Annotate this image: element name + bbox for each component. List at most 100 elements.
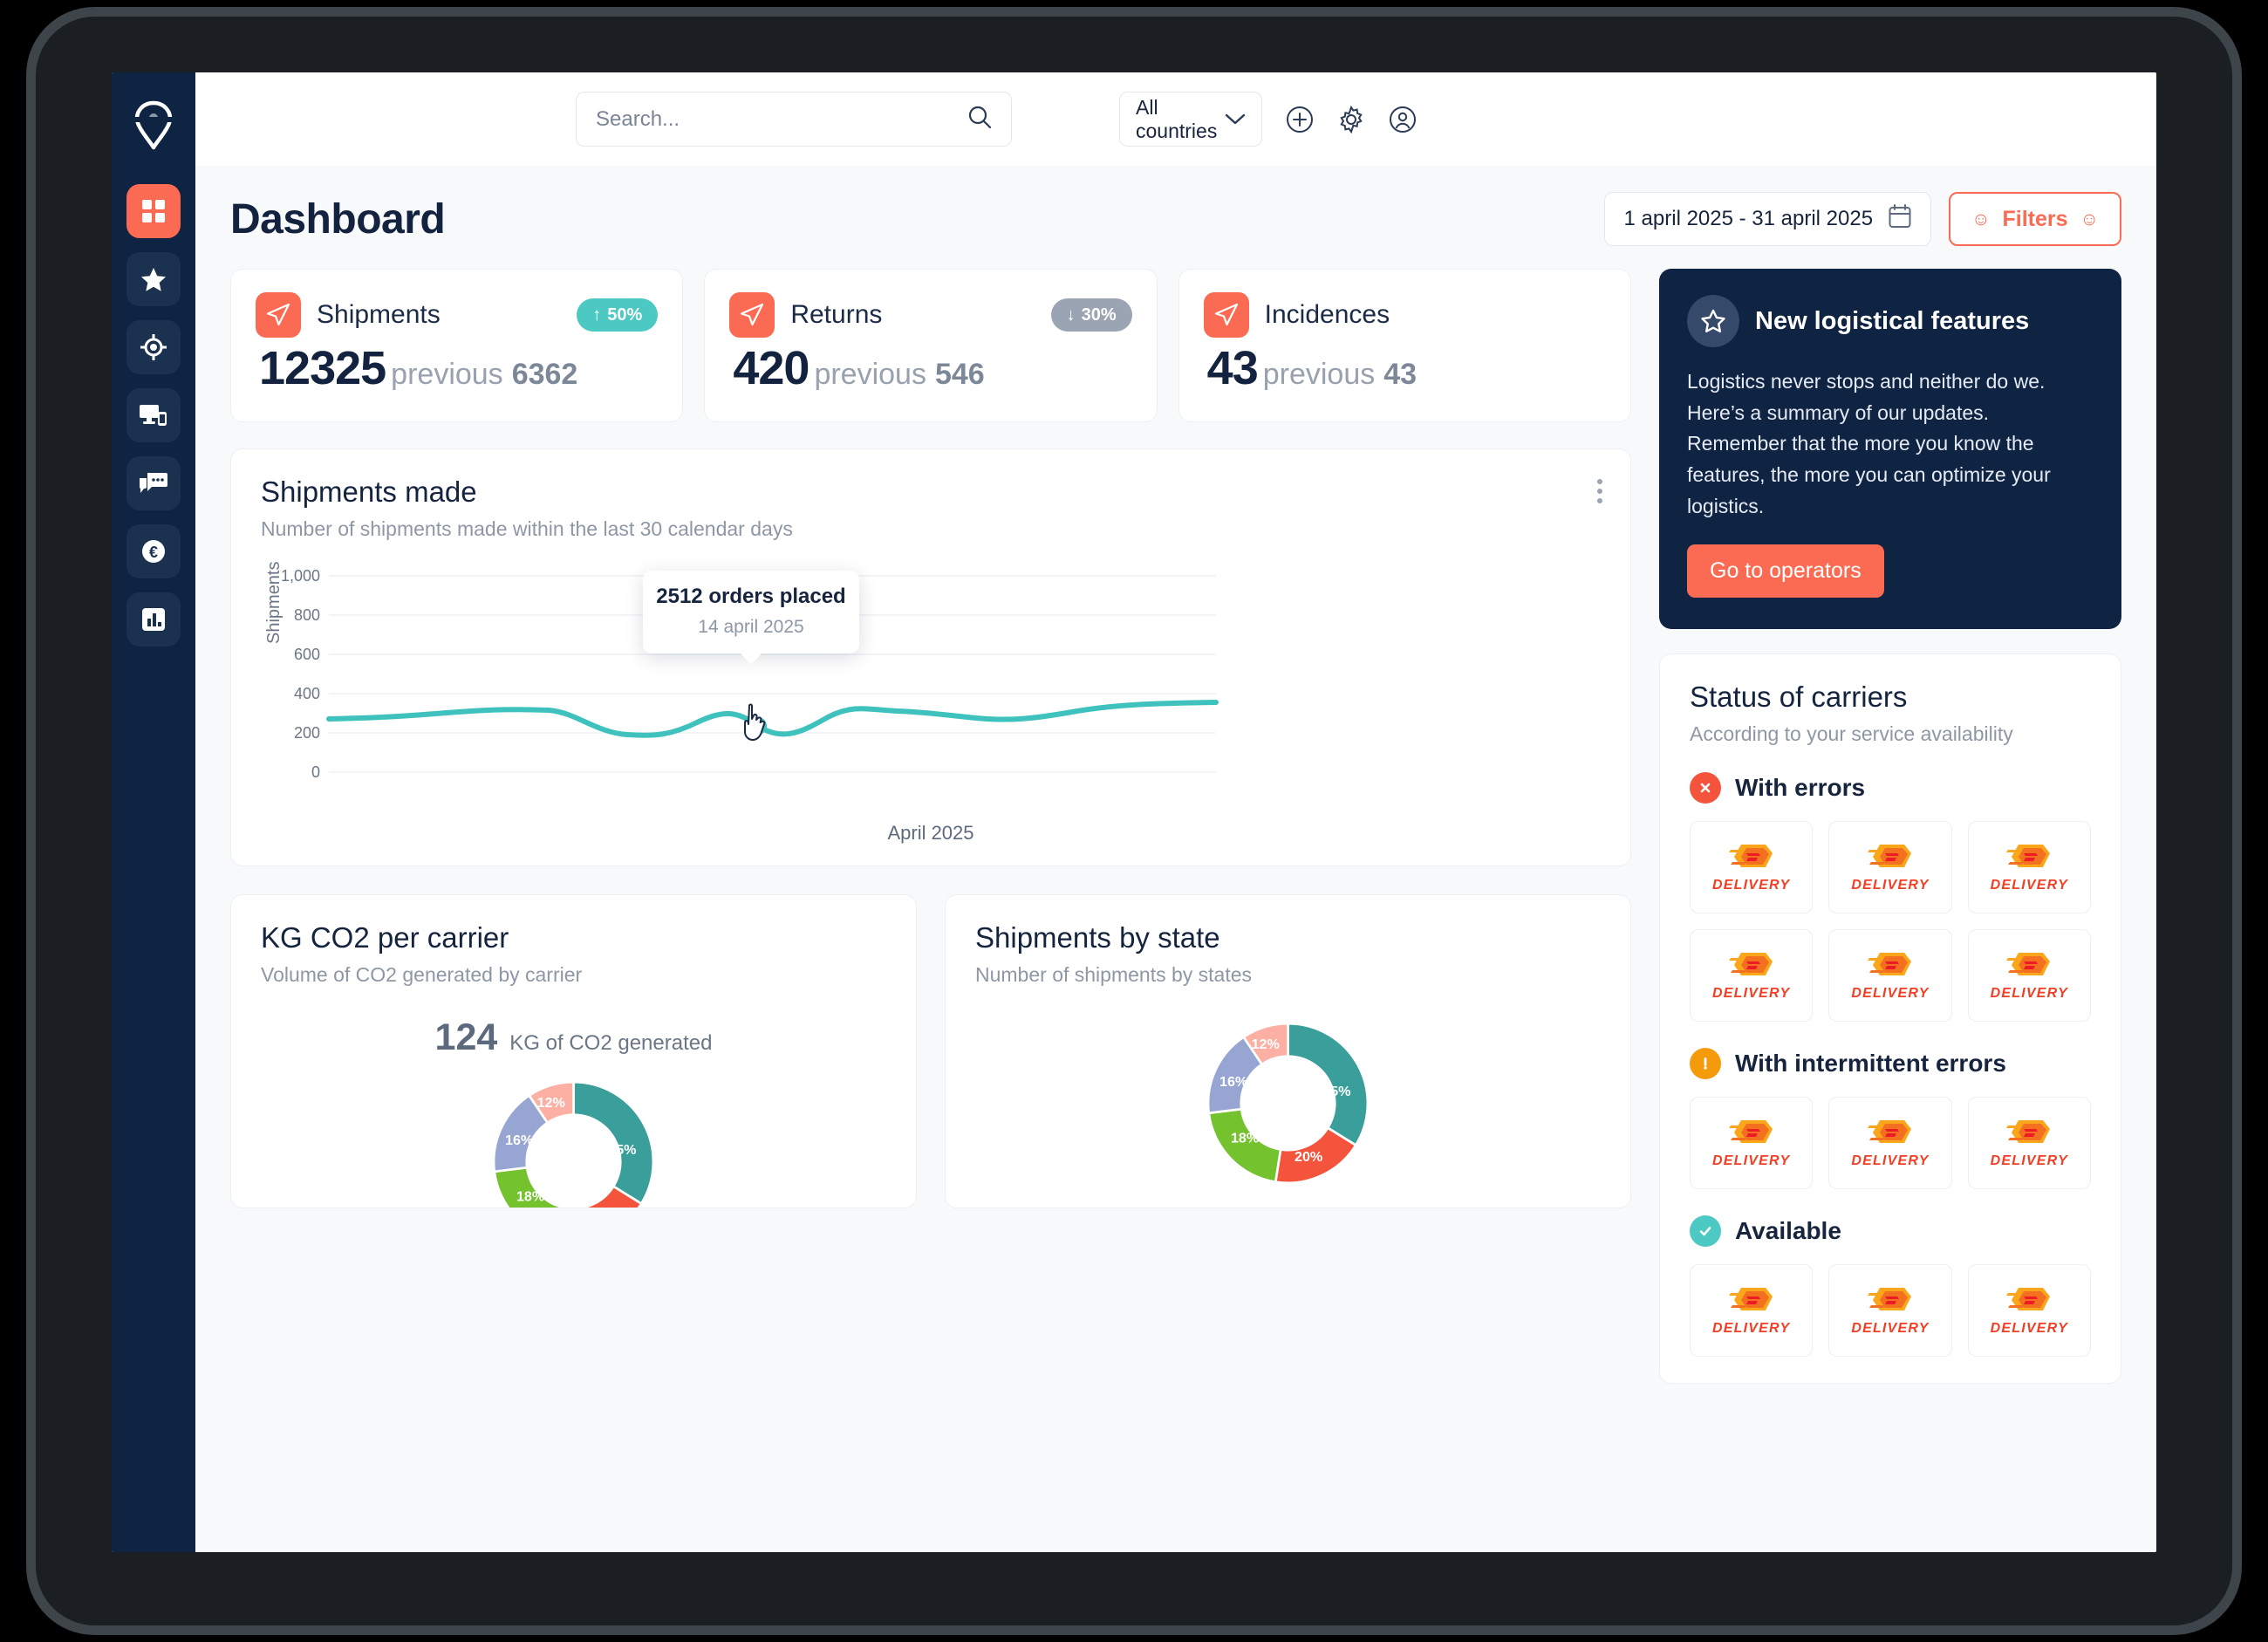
- promo-header: New logistical features: [1687, 295, 2094, 347]
- svg-text:800: 800: [294, 606, 320, 624]
- state-legend: Picked Up In transit Delivered: [975, 1206, 1601, 1208]
- kpi-delta-value: 30%: [1081, 304, 1117, 325]
- carrier-delivery-logo-icon: DELIVERY: [1712, 1284, 1790, 1337]
- paper-plane-icon: [256, 292, 301, 338]
- header-actions: 1 april 2025 - 31 april 2025 ☺ Filters ☺: [1603, 192, 2121, 246]
- kpi-delta-arrow: ↓: [1066, 304, 1076, 325]
- carriers-subtitle: According to your service availability: [1690, 722, 2013, 746]
- search-icon[interactable]: [967, 105, 992, 133]
- state-donut-svg: 35% 20% 18% 16% 12%: [1206, 1022, 1370, 1185]
- carrier-tile[interactable]: DELIVERY: [1690, 929, 1814, 1023]
- carrier-delivery-logo-icon: DELIVERY: [1851, 1284, 1929, 1337]
- promo-body: Logistics never stops and neither do we.…: [1687, 370, 2051, 517]
- sidebar-item-reports[interactable]: [126, 592, 181, 647]
- carrier-tile[interactable]: DELIVERY: [1828, 821, 1952, 914]
- kpi-previous-value: 6362: [511, 358, 578, 391]
- carrier-tile[interactable]: DELIVERY: [1967, 1264, 2091, 1358]
- chart-subtitle: Volume of CO2 generated by carrier: [261, 963, 583, 986]
- legend-item[interactable]: Missing: [1390, 1206, 1481, 1208]
- calendar-icon: [1889, 203, 1911, 235]
- kpi-title: Shipments: [317, 300, 441, 329]
- filters-button[interactable]: ☺ Filters ☺: [1949, 192, 2121, 246]
- svg-text:18%: 18%: [516, 1189, 544, 1205]
- carrier-delivery-logo-icon: DELIVERY: [1712, 841, 1790, 893]
- carrier-tile[interactable]: DELIVERY: [1967, 1097, 2091, 1190]
- carriers-title: Status of carriers: [1690, 681, 1908, 714]
- carrier-tile[interactable]: DELIVERY: [1690, 1264, 1814, 1358]
- kpi-title: Returns: [790, 300, 883, 329]
- co2-total: 124 KG of CO2 generated: [261, 1016, 886, 1059]
- legend-item[interactable]: Picked Up: [1008, 1206, 1124, 1208]
- add-circle-icon[interactable]: [1286, 106, 1314, 138]
- sidebar-nav: €: [112, 184, 195, 647]
- carrier-logo-word: DELIVERY: [1990, 986, 2068, 1002]
- carrier-tile[interactable]: DELIVERY: [1967, 929, 2091, 1023]
- search-input[interactable]: Search...: [576, 92, 1012, 147]
- legend-item[interactable]: In transit: [1144, 1206, 1244, 1208]
- status-group-intermittent-errors: With intermittent errors DELIVERY DELIVE…: [1690, 1048, 2091, 1190]
- dashboard-content: Dashboard 1 april 2025 - 31 april 2025 ☺…: [195, 166, 2156, 1552]
- co2-total-value: 124: [434, 1016, 498, 1058]
- sidebar-item-messages[interactable]: [126, 456, 181, 510]
- svg-text:12%: 12%: [1252, 1037, 1280, 1052]
- go-to-operators-button[interactable]: Go to operators: [1687, 544, 1884, 599]
- svg-text:400: 400: [294, 685, 320, 702]
- kpi-previous-value: 546: [934, 358, 985, 391]
- carrier-tile[interactable]: DELIVERY: [1828, 1264, 1952, 1358]
- carrier-logo-word: DELIVERY: [1712, 1321, 1791, 1337]
- sidebar-item-billing[interactable]: €: [126, 524, 181, 578]
- chat-bubbles-icon: [140, 471, 167, 496]
- carrier-delivery-logo-icon: DELIVERY: [1991, 1284, 2068, 1337]
- carrier-delivery-logo-icon: DELIVERY: [1991, 841, 2068, 893]
- sidebar-item-dashboard[interactable]: [126, 184, 181, 238]
- svg-text:35%: 35%: [608, 1142, 636, 1158]
- date-range-picker[interactable]: 1 april 2025 - 31 april 2025: [1603, 192, 1932, 246]
- app-sidebar: €: [112, 72, 195, 1552]
- brand-logo-location-pin-icon[interactable]: [130, 97, 177, 153]
- kpi-header: Shipments ↑ 50%: [256, 292, 659, 338]
- kebab-menu-icon[interactable]: [1597, 479, 1602, 503]
- co2-total-caption: KG of CO2 generated: [509, 1031, 713, 1055]
- page-title: Dashboard: [230, 195, 446, 243]
- top-bar: Search... All countries: [195, 72, 2156, 166]
- status-label: Available: [1735, 1217, 1841, 1245]
- legend-item[interactable]: Delivered: [1263, 1206, 1371, 1208]
- date-range-value: 1 april 2025 - 31 april 2025: [1623, 207, 1874, 230]
- kpi-values: 420 previous 546: [729, 341, 1131, 395]
- error-x-icon: [1690, 772, 1721, 804]
- carrier-delivery-logo-icon: DELIVERY: [1712, 949, 1790, 1002]
- sidebar-item-devices[interactable]: [126, 388, 181, 442]
- star-outline-icon: [1687, 295, 1739, 347]
- status-header: With errors: [1690, 772, 2091, 804]
- kpi-card-shipments: Shipments ↑ 50% 12325 previous 6362: [230, 269, 684, 422]
- kpi-header: Incidences: [1203, 292, 1606, 338]
- status-group-with-errors: With errors DELIVERY DELIVERY DELIVERY D…: [1690, 772, 2091, 1023]
- carrier-tile[interactable]: DELIVERY: [1828, 1097, 1952, 1190]
- user-circle-icon[interactable]: [1389, 106, 1417, 138]
- gear-icon[interactable]: [1337, 105, 1365, 138]
- chart-subtitle: Number of shipments by states: [975, 963, 1253, 986]
- status-label: With intermittent errors: [1735, 1050, 2006, 1078]
- svg-text:600: 600: [294, 646, 320, 663]
- co2-donut-svg: 35% 20% 18% 16% 12%: [492, 1080, 655, 1208]
- svg-text:20%: 20%: [1295, 1149, 1322, 1165]
- legend-label: In transit: [1164, 1206, 1244, 1208]
- carrier-delivery-logo-icon: DELIVERY: [1991, 1117, 2068, 1169]
- svg-text:200: 200: [294, 724, 320, 742]
- sidebar-item-tracking[interactable]: [126, 320, 181, 374]
- carrier-delivery-logo-icon: DELIVERY: [1851, 1117, 1929, 1169]
- country-select[interactable]: All countries: [1119, 92, 1262, 147]
- kpi-value: 43: [1206, 342, 1259, 394]
- carrier-logo-word: DELIVERY: [1851, 1153, 1930, 1169]
- dashboard-left-column: Shipments ↑ 50% 12325 previous 6362 Retu…: [230, 269, 1631, 1208]
- carrier-tile[interactable]: DELIVERY: [1690, 1097, 1814, 1190]
- kpi-delta-badge: ↓ 30%: [1050, 298, 1132, 332]
- carrier-tile[interactable]: DELIVERY: [1967, 821, 2091, 914]
- bar-chart-icon: [141, 607, 166, 632]
- svg-text:16%: 16%: [1219, 1074, 1247, 1090]
- carrier-tile[interactable]: DELIVERY: [1828, 929, 1952, 1023]
- sidebar-item-favorites[interactable]: [126, 252, 181, 306]
- carrier-tile[interactable]: DELIVERY: [1690, 821, 1814, 914]
- legend-item[interactable]: Error: [1500, 1206, 1567, 1208]
- kpi-card-returns: Returns ↓ 30% 420 previous 546: [704, 269, 1158, 422]
